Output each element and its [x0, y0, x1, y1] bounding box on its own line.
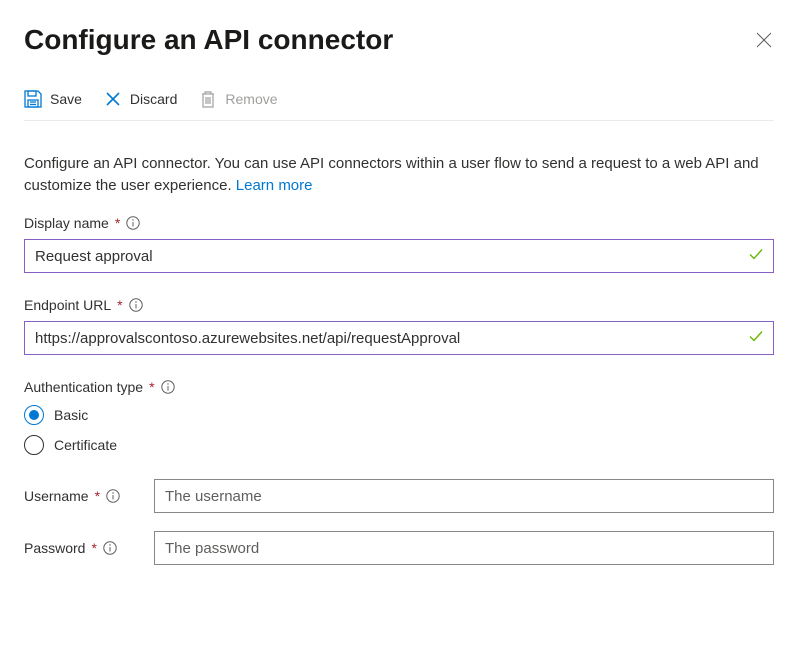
page-title: Configure an API connector: [24, 24, 393, 56]
toolbar: Save Discard Remove: [24, 90, 774, 121]
radio-certificate[interactable]: Certificate: [24, 435, 774, 455]
check-icon: [748, 329, 764, 348]
radio-certificate-label: Certificate: [54, 437, 117, 453]
save-button[interactable]: Save: [24, 90, 82, 108]
info-icon[interactable]: [161, 380, 175, 394]
discard-icon: [104, 90, 122, 108]
password-input[interactable]: [154, 531, 774, 565]
remove-button: Remove: [199, 90, 277, 108]
required-indicator: *: [115, 215, 120, 231]
description-text: Configure an API connector. You can use …: [24, 153, 774, 197]
radio-basic[interactable]: Basic: [24, 405, 774, 425]
radio-indicator: [24, 435, 44, 455]
remove-label: Remove: [225, 91, 277, 107]
radio-indicator: [24, 405, 44, 425]
display-name-input[interactable]: [24, 239, 774, 273]
discard-button[interactable]: Discard: [104, 90, 177, 108]
required-indicator: *: [117, 297, 122, 313]
save-icon: [24, 90, 42, 108]
info-icon[interactable]: [129, 298, 143, 312]
required-indicator: *: [91, 540, 96, 556]
info-icon[interactable]: [103, 541, 117, 555]
close-icon: [756, 32, 772, 48]
required-indicator: *: [149, 379, 154, 395]
info-icon[interactable]: [106, 489, 120, 503]
close-button[interactable]: [754, 30, 774, 50]
password-label: Password: [24, 540, 85, 556]
check-icon: [748, 247, 764, 266]
endpoint-url-input[interactable]: [24, 321, 774, 355]
display-name-label: Display name: [24, 215, 109, 231]
endpoint-url-label: Endpoint URL: [24, 297, 111, 313]
username-label: Username: [24, 488, 89, 504]
learn-more-link[interactable]: Learn more: [236, 177, 313, 194]
required-indicator: *: [95, 488, 100, 504]
auth-type-label: Authentication type: [24, 379, 143, 395]
save-label: Save: [50, 91, 82, 107]
info-icon[interactable]: [126, 216, 140, 230]
description-body: Configure an API connector. You can use …: [24, 155, 759, 194]
username-input[interactable]: [154, 479, 774, 513]
trash-icon: [199, 90, 217, 108]
discard-label: Discard: [130, 91, 177, 107]
auth-type-radio-group: Basic Certificate: [24, 405, 774, 455]
radio-basic-label: Basic: [54, 407, 88, 423]
